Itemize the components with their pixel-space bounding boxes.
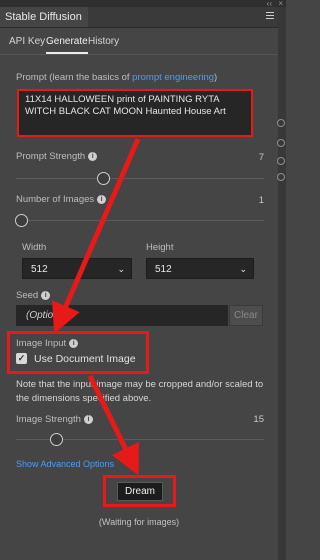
panel-titlebar: Stable Diffusion <box>0 7 278 28</box>
chevron-down-icon: ⌄ <box>117 264 125 274</box>
prompt-strength-value: 7 <box>258 152 264 163</box>
prompt-textarea[interactable]: 11X14 HALLOWEEN print of PAINTING RYTA W… <box>17 89 253 137</box>
panel-menu-icon[interactable] <box>266 10 274 21</box>
tab-bar: API Key Generate History <box>0 28 278 55</box>
use-document-image-label[interactable]: Use Document Image <box>34 353 136 365</box>
chevron-down-icon: ⌄ <box>239 264 247 274</box>
info-icon[interactable]: i <box>69 338 79 348</box>
status-text: (Waiting for images) <box>98 517 180 527</box>
tab-api-key[interactable]: API Key <box>9 36 45 47</box>
width-dropdown[interactable]: 512 ⌄ <box>22 258 132 279</box>
use-document-image-checkbox[interactable]: ✓ <box>16 353 27 364</box>
panel-title[interactable]: Stable Diffusion <box>0 7 88 27</box>
tab-history[interactable]: History <box>88 36 119 47</box>
dream-button[interactable]: Dream <box>117 482 163 501</box>
prompt-engineering-link[interactable]: prompt engineering <box>132 72 214 83</box>
seed-label: Seed i <box>16 290 51 301</box>
side-toolbar <box>277 7 286 560</box>
prompt-strength-label: Prompt Strength i <box>16 151 98 162</box>
number-of-images-value: 1 <box>258 195 264 206</box>
height-dropdown[interactable]: 512 ⌄ <box>146 258 254 279</box>
arrow-prompt-to-image-input <box>52 138 141 334</box>
tool-icon[interactable] <box>277 119 285 127</box>
image-strength-slider[interactable] <box>16 432 264 446</box>
number-of-images-label: Number of Images i <box>16 194 107 205</box>
info-icon[interactable]: i <box>97 194 107 204</box>
image-input-label: Image Input i <box>16 338 79 349</box>
tool-icon[interactable] <box>277 139 285 147</box>
info-icon[interactable]: i <box>41 290 51 300</box>
slider-thumb[interactable] <box>49 433 63 446</box>
info-icon[interactable]: i <box>83 414 93 424</box>
height-label: Height <box>146 242 174 253</box>
image-input-note: Note that the input image may be cropped… <box>16 379 264 404</box>
width-label: Width <box>22 242 47 253</box>
image-strength-value: 15 <box>253 414 264 425</box>
prompt-label: Prompt (learn the basics of prompt engin… <box>16 72 218 83</box>
close-icon[interactable]: × <box>278 0 283 8</box>
slider-thumb[interactable] <box>14 214 28 227</box>
clear-button[interactable]: Clear <box>229 305 263 326</box>
number-of-images-slider[interactable] <box>14 213 264 227</box>
tool-icon[interactable] <box>277 173 285 181</box>
tool-icon[interactable] <box>277 157 285 165</box>
info-icon[interactable]: i <box>88 151 98 161</box>
image-strength-label: Image Strength i <box>16 414 93 425</box>
slider-thumb[interactable] <box>96 172 110 185</box>
collapse-icon[interactable]: ‹‹ <box>267 0 272 8</box>
seed-input[interactable]: (Optional) <box>16 305 228 326</box>
show-advanced-options-link[interactable]: Show Advanced Options <box>16 459 114 469</box>
prompt-strength-slider[interactable] <box>16 171 264 185</box>
top-strip: ‹‹ × <box>0 0 286 8</box>
tab-generate[interactable]: Generate <box>46 36 88 54</box>
